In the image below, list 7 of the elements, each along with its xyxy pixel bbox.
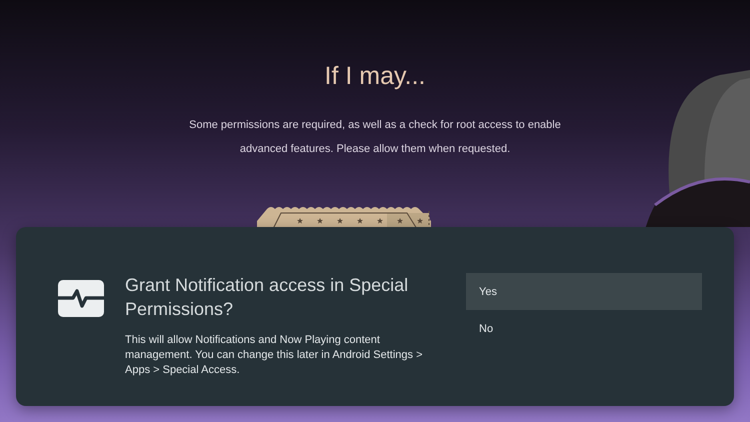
option-button[interactable]: Yes [466, 273, 702, 310]
intro-text: Some permissions are required, as well as a check for root access to enable advanced features. Please allow them when requested. [188, 118, 562, 157]
page-heading: If I may... [324, 62, 426, 91]
dialog-message: This will allow Notifications and Now Playing content management. You can change this later in Android Settings > Apps > Special Access. [125, 333, 424, 378]
dialog-title: Grant Notification access in Special Permissions? [125, 274, 410, 321]
option-button[interactable]: No [466, 310, 702, 347]
pulse-icon [58, 280, 104, 317]
